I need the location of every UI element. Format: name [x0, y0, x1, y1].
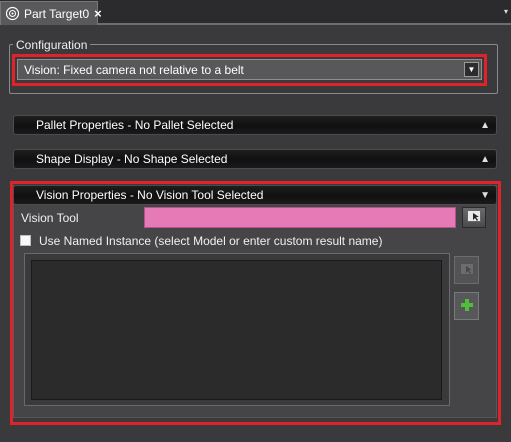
vision-tool-label: Vision Tool: [21, 211, 79, 225]
document-tab-bar: Part Target0 × ▾: [0, 0, 511, 25]
tab-part-target0[interactable]: Part Target0 ×: [0, 1, 102, 25]
expand-arrow-icon[interactable]: ▲: [480, 120, 490, 131]
vision-properties-label: Vision Properties - No Vision Tool Selec…: [36, 188, 264, 202]
expand-arrow-icon[interactable]: ▲: [480, 154, 490, 165]
tab-title: Part Target0: [24, 6, 90, 21]
configuration-dropdown[interactable]: Vision: Fixed camera not relative to a b…: [17, 59, 482, 80]
add-item-button[interactable]: [454, 292, 479, 320]
configuration-selected-value: Vision: Fixed camera not relative to a b…: [24, 62, 244, 77]
target-gear-icon: [5, 6, 20, 21]
configuration-legend: Configuration: [13, 39, 91, 51]
select-cursor-icon: [467, 210, 481, 225]
close-icon[interactable]: ×: [94, 7, 102, 20]
select-cursor-icon: [459, 262, 474, 278]
plus-icon: [460, 298, 474, 315]
pallet-properties-header[interactable]: Pallet Properties - No Pallet Selected ▲: [13, 115, 497, 135]
vision-tool-field[interactable]: [144, 207, 456, 228]
chevron-down-icon[interactable]: ▼: [464, 62, 479, 77]
vision-properties-header[interactable]: Vision Properties - No Vision Tool Selec…: [13, 185, 497, 205]
shape-display-header[interactable]: Shape Display - No Shape Selected ▲: [13, 149, 497, 169]
vision-tool-select-button[interactable]: [462, 207, 486, 228]
named-instance-list[interactable]: [31, 260, 442, 400]
list-select-button[interactable]: [454, 256, 479, 284]
tab-menu-icon[interactable]: ▾: [504, 7, 508, 16]
shape-display-label: Shape Display - No Shape Selected: [36, 152, 228, 166]
use-named-instance-checkbox[interactable]: [20, 235, 31, 246]
pallet-properties-label: Pallet Properties - No Pallet Selected: [36, 118, 234, 132]
collapse-arrow-icon[interactable]: ▼: [480, 190, 490, 201]
use-named-instance-label: Use Named Instance (select Model or ente…: [39, 234, 383, 248]
